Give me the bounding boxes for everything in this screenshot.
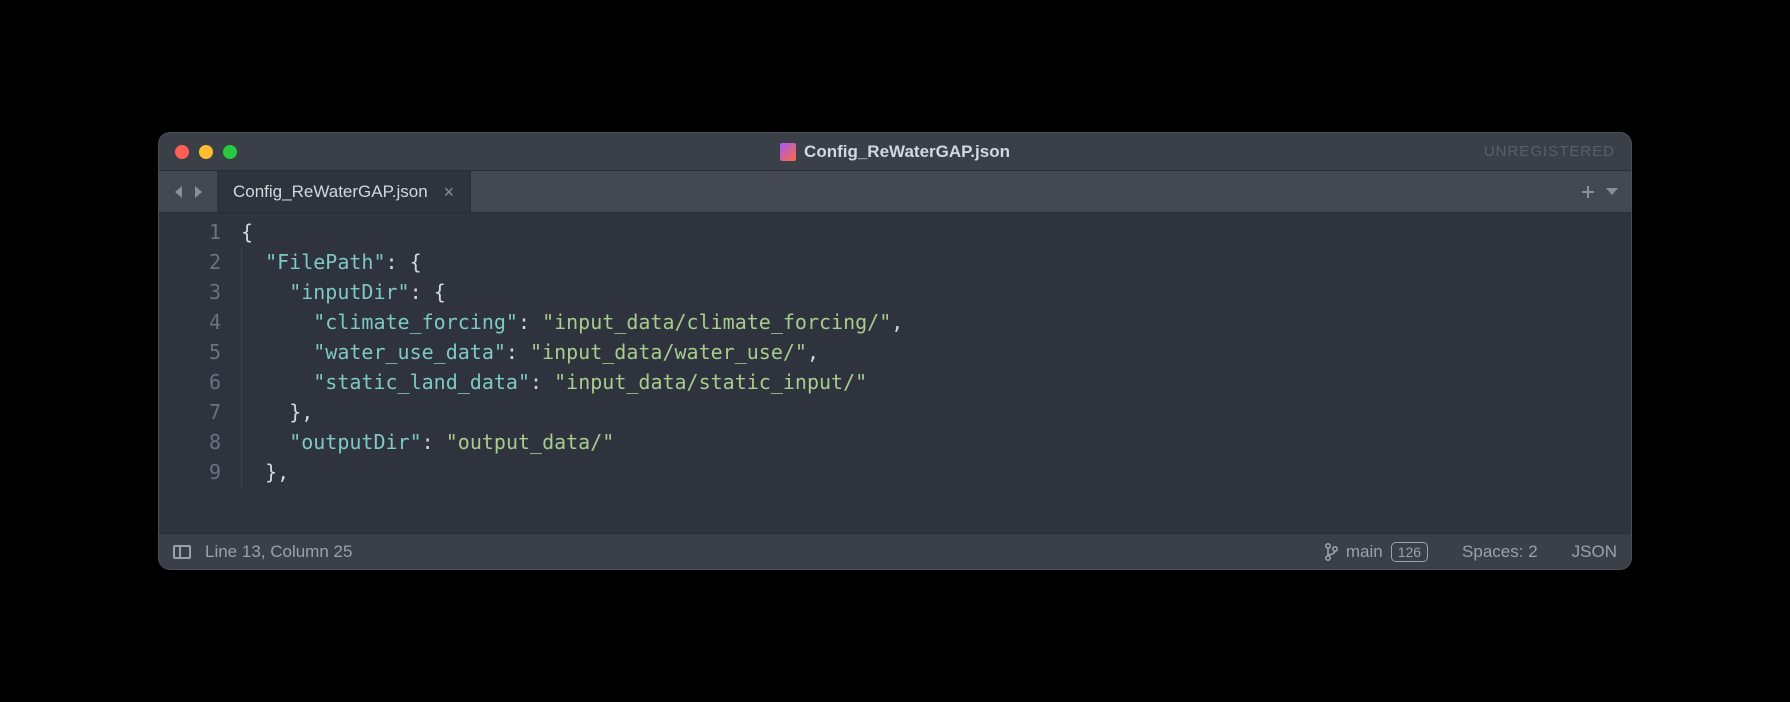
file-icon: [780, 143, 796, 161]
branch-count: 126: [1391, 542, 1428, 562]
panel-toggle-icon[interactable]: [173, 545, 191, 559]
git-branch[interactable]: main 126: [1324, 542, 1428, 562]
code-line[interactable]: "inputDir": {: [241, 277, 1631, 307]
window-title: Config_ReWaterGAP.json: [780, 142, 1010, 162]
tabbar: Config_ReWaterGAP.json ×: [159, 171, 1631, 213]
tab-label: Config_ReWaterGAP.json: [233, 182, 428, 202]
line-number[interactable]: 1: [159, 217, 221, 247]
minimize-window-button[interactable]: [199, 145, 213, 159]
line-number[interactable]: 6: [159, 367, 221, 397]
code-line[interactable]: "FilePath": {: [241, 247, 1631, 277]
code-line[interactable]: {: [241, 217, 1631, 247]
line-number[interactable]: 7: [159, 397, 221, 427]
code-line[interactable]: "outputDir": "output_data/": [241, 427, 1631, 457]
code-content[interactable]: { "FilePath": { "inputDir": { "climate_f…: [241, 217, 1631, 533]
line-number[interactable]: 2: [159, 247, 221, 277]
line-number-gutter[interactable]: 123456789: [159, 217, 241, 533]
tab-active[interactable]: Config_ReWaterGAP.json ×: [217, 171, 471, 212]
titlebar[interactable]: Config_ReWaterGAP.json UNREGISTERED: [159, 133, 1631, 171]
syntax-status[interactable]: JSON: [1572, 542, 1617, 562]
window-title-text: Config_ReWaterGAP.json: [804, 142, 1010, 162]
traffic-lights: [175, 145, 237, 159]
line-number[interactable]: 8: [159, 427, 221, 457]
line-number[interactable]: 5: [159, 337, 221, 367]
cursor-position[interactable]: Line 13, Column 25: [205, 542, 352, 562]
nav-back-button[interactable]: [169, 183, 187, 201]
tab-dropdown-button[interactable]: [1605, 187, 1619, 197]
tabbar-actions: [1569, 171, 1631, 212]
nav-forward-button[interactable]: [189, 183, 207, 201]
status-left: Line 13, Column 25: [173, 542, 352, 562]
tab-close-button[interactable]: ×: [444, 183, 455, 201]
branch-name: main: [1346, 542, 1383, 562]
unregistered-label: UNREGISTERED: [1484, 143, 1615, 160]
branch-icon: [1324, 543, 1338, 561]
code-line[interactable]: },: [241, 397, 1631, 427]
new-tab-button[interactable]: [1581, 185, 1595, 199]
indentation-status[interactable]: Spaces: 2: [1462, 542, 1538, 562]
close-window-button[interactable]: [175, 145, 189, 159]
statusbar: Line 13, Column 25 main 126 Spaces: 2 JS…: [159, 533, 1631, 569]
maximize-window-button[interactable]: [223, 145, 237, 159]
editor-window: Config_ReWaterGAP.json UNREGISTERED Conf…: [158, 132, 1632, 570]
nav-arrows: [159, 171, 217, 212]
editor-area[interactable]: 123456789 { "FilePath": { "inputDir": { …: [159, 213, 1631, 533]
tabbar-spacer[interactable]: [471, 171, 1569, 212]
status-right: main 126 Spaces: 2 JSON: [1324, 542, 1617, 562]
line-number[interactable]: 4: [159, 307, 221, 337]
code-line[interactable]: "climate_forcing": "input_data/climate_f…: [241, 307, 1631, 337]
code-line[interactable]: "water_use_data": "input_data/water_use/…: [241, 337, 1631, 367]
line-number[interactable]: 3: [159, 277, 221, 307]
line-number[interactable]: 9: [159, 457, 221, 487]
code-line[interactable]: "static_land_data": "input_data/static_i…: [241, 367, 1631, 397]
code-line[interactable]: },: [241, 457, 1631, 487]
